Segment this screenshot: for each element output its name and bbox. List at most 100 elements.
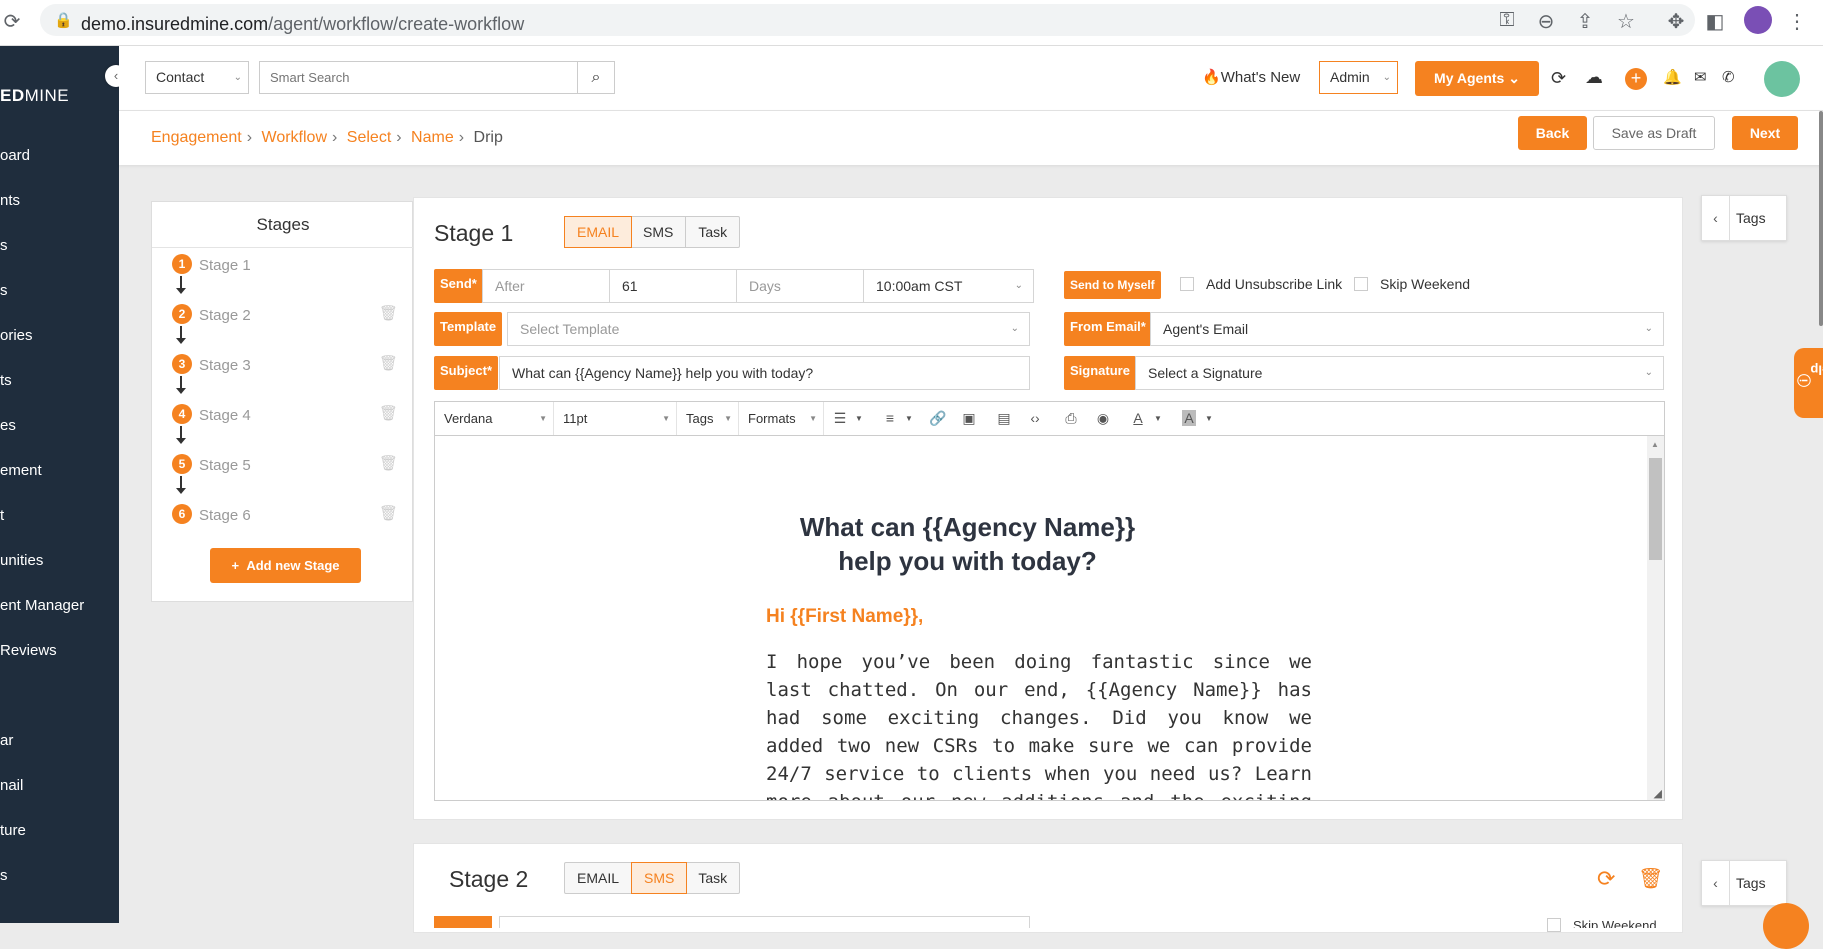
profile-avatar[interactable] (1744, 6, 1772, 34)
user-avatar[interactable] (1764, 61, 1800, 97)
time-select[interactable]: 10:00am CST ⌄ (863, 269, 1034, 303)
stage-item[interactable]: Stage 1 (199, 257, 251, 274)
chevron-down-icon[interactable]: ▼ (902, 402, 916, 435)
tab-email[interactable]: EMAIL (565, 863, 633, 893)
admin-select[interactable]: Admin ⌄ (1319, 61, 1398, 94)
trash-icon[interactable]: 🗑 (379, 404, 398, 422)
stage-item[interactable]: Stage 2 (199, 307, 251, 324)
from-email-select[interactable]: Agent's Email ⌄ (1150, 312, 1664, 346)
tags-menu[interactable]: Tags ▼ (677, 402, 739, 435)
sidebar-item-3[interactable]: s (0, 237, 8, 254)
address-bar[interactable]: 🔒 demo.insuredmine.com/agent/workflow/cr… (40, 4, 1695, 36)
bullet-list-icon[interactable]: ☰ (828, 402, 852, 435)
add-icon[interactable]: + (1625, 68, 1647, 90)
key-icon[interactable]: ⚿ (1495, 9, 1519, 32)
signature-select[interactable]: Select a Signature ⌄ (1135, 356, 1664, 390)
numbered-list-icon[interactable]: ≡ (878, 402, 902, 435)
whats-new-link[interactable]: 🔥What's New (1202, 68, 1300, 86)
tab-sms[interactable]: SMS (631, 862, 688, 894)
stage-item[interactable]: Stage 4 (199, 407, 251, 424)
chevron-down-icon[interactable]: ▼ (1151, 402, 1165, 435)
font-size-select[interactable]: 11pt ▼ (554, 402, 677, 435)
smart-search-input[interactable] (259, 61, 578, 94)
contact-select[interactable]: Contact ⌄ (145, 61, 249, 94)
sms-field[interactable] (499, 916, 1030, 928)
refresh-stage-icon[interactable]: ⟳ (1597, 866, 1615, 892)
phone-icon[interactable]: ✆ (1722, 68, 1735, 86)
tags-panel-toggle[interactable]: ‹ Tags (1701, 195, 1787, 241)
days-input[interactable]: 61 (609, 269, 737, 303)
sidebar-item-contacts[interactable]: nts (0, 192, 20, 209)
stage-item[interactable]: Stage 3 (199, 357, 251, 374)
image-icon[interactable]: ▣ (956, 402, 982, 435)
formats-menu[interactable]: Formats ▼ (739, 402, 824, 435)
chevron-left-icon[interactable]: ‹ (1702, 196, 1730, 240)
menu-dots-icon[interactable]: ⋮ (1785, 9, 1809, 34)
skip-weekend-checkbox[interactable] (1354, 277, 1368, 291)
add-new-stage-button[interactable]: + Add new Stage (210, 548, 361, 583)
sidebar-item-16[interactable]: s (0, 867, 8, 884)
breadcrumb-select[interactable]: Select (347, 129, 391, 146)
font-family-select[interactable]: Verdana ▼ (435, 402, 554, 435)
cloud-upload-icon[interactable]: ☁ (1585, 67, 1603, 88)
code-icon[interactable]: ‹› (1022, 402, 1048, 435)
sidebar-item-opportunities[interactable]: unities (0, 552, 43, 569)
breadcrumb-name[interactable]: Name (411, 129, 454, 146)
delete-stage-icon[interactable]: 🗑 (1638, 866, 1663, 891)
chevron-left-icon[interactable]: ‹ (1702, 861, 1730, 905)
extensions-icon[interactable]: ✥ (1664, 9, 1688, 34)
bookmark-star-icon[interactable]: ☆ (1614, 9, 1638, 34)
zoom-icon[interactable]: ⊖ (1534, 9, 1558, 34)
reload-icon[interactable]: ⟳ (0, 9, 24, 34)
sidebar-item-reviews[interactable]: Reviews (0, 642, 57, 659)
page-scrollbar[interactable] (1819, 111, 1823, 326)
after-field[interactable]: After (482, 269, 610, 303)
sidebar-item-4[interactable]: s (0, 282, 8, 299)
breadcrumb-workflow[interactable]: Workflow (262, 129, 328, 146)
print-icon[interactable]: ⎙ (1058, 402, 1084, 435)
skip-weekend-checkbox[interactable] (1547, 918, 1561, 932)
trash-icon[interactable]: 🗑 (379, 454, 398, 472)
send-to-myself-button[interactable]: Send to Myself (1064, 271, 1161, 299)
my-agents-button[interactable]: My Agents ⌄ (1415, 61, 1539, 96)
chevron-down-icon[interactable]: ▼ (1202, 402, 1216, 435)
bell-icon[interactable]: 🔔 (1663, 68, 1682, 86)
search-icon[interactable]: ⌕ (577, 61, 615, 94)
background-color-icon[interactable]: A (1182, 410, 1196, 426)
share-icon[interactable]: ⇪ (1573, 9, 1597, 34)
sidebar-item-7[interactable]: es (0, 417, 16, 434)
link-icon[interactable]: 🔗 (925, 402, 951, 435)
email-editor[interactable]: What can {{Agency Name}} help you with t… (434, 436, 1665, 801)
tab-task[interactable]: Task (686, 863, 739, 893)
template-select[interactable]: Select Template ⌄ (507, 312, 1030, 346)
sidebar-item-9[interactable]: t (0, 507, 4, 524)
media-icon[interactable]: ▤ (991, 402, 1017, 435)
resize-handle-icon[interactable]: ◢ (1654, 787, 1662, 800)
subject-input[interactable]: What can {{Agency Name}} help you with t… (499, 356, 1030, 390)
tab-email[interactable]: EMAIL (564, 216, 633, 248)
sidebar-item-signature[interactable]: ture (0, 822, 26, 839)
refresh-icon[interactable]: ⟳ (1551, 68, 1566, 89)
tab-task[interactable]: Task (686, 217, 739, 247)
sidebar-item-stories[interactable]: ories (0, 327, 33, 344)
add-unsubscribe-checkbox[interactable] (1180, 277, 1194, 291)
editor-scrollbar[interactable]: ▲ (1647, 436, 1664, 800)
sidebar-item-email[interactable]: nail (0, 777, 23, 794)
help-tab[interactable]: ⓘ Help (1794, 348, 1823, 418)
trash-icon[interactable]: 🗑 (379, 304, 398, 322)
chevron-down-icon[interactable]: ▼ (852, 402, 866, 435)
sidebar-item-engagement[interactable]: ement (0, 462, 42, 479)
chat-bubble-button[interactable] (1763, 903, 1809, 949)
trash-icon[interactable]: 🗑 (379, 504, 398, 522)
sidebar-item-dashboard[interactable]: oard (0, 147, 30, 164)
tags-panel-toggle[interactable]: ‹ Tags (1701, 860, 1787, 906)
sidebar-item-6[interactable]: ts (0, 372, 12, 389)
tab-sms[interactable]: SMS (631, 217, 687, 247)
breadcrumb-engagement[interactable]: Engagement (151, 129, 242, 146)
sidebar-item-content-manager[interactable]: ent Manager (0, 597, 84, 614)
sidebar-item-calendar[interactable]: ar (0, 732, 13, 749)
side-panel-icon[interactable]: ◧ (1703, 9, 1727, 34)
back-button[interactable]: Back (1518, 116, 1587, 150)
trash-icon[interactable]: 🗑 (379, 354, 398, 372)
stage-item[interactable]: Stage 6 (199, 507, 251, 524)
